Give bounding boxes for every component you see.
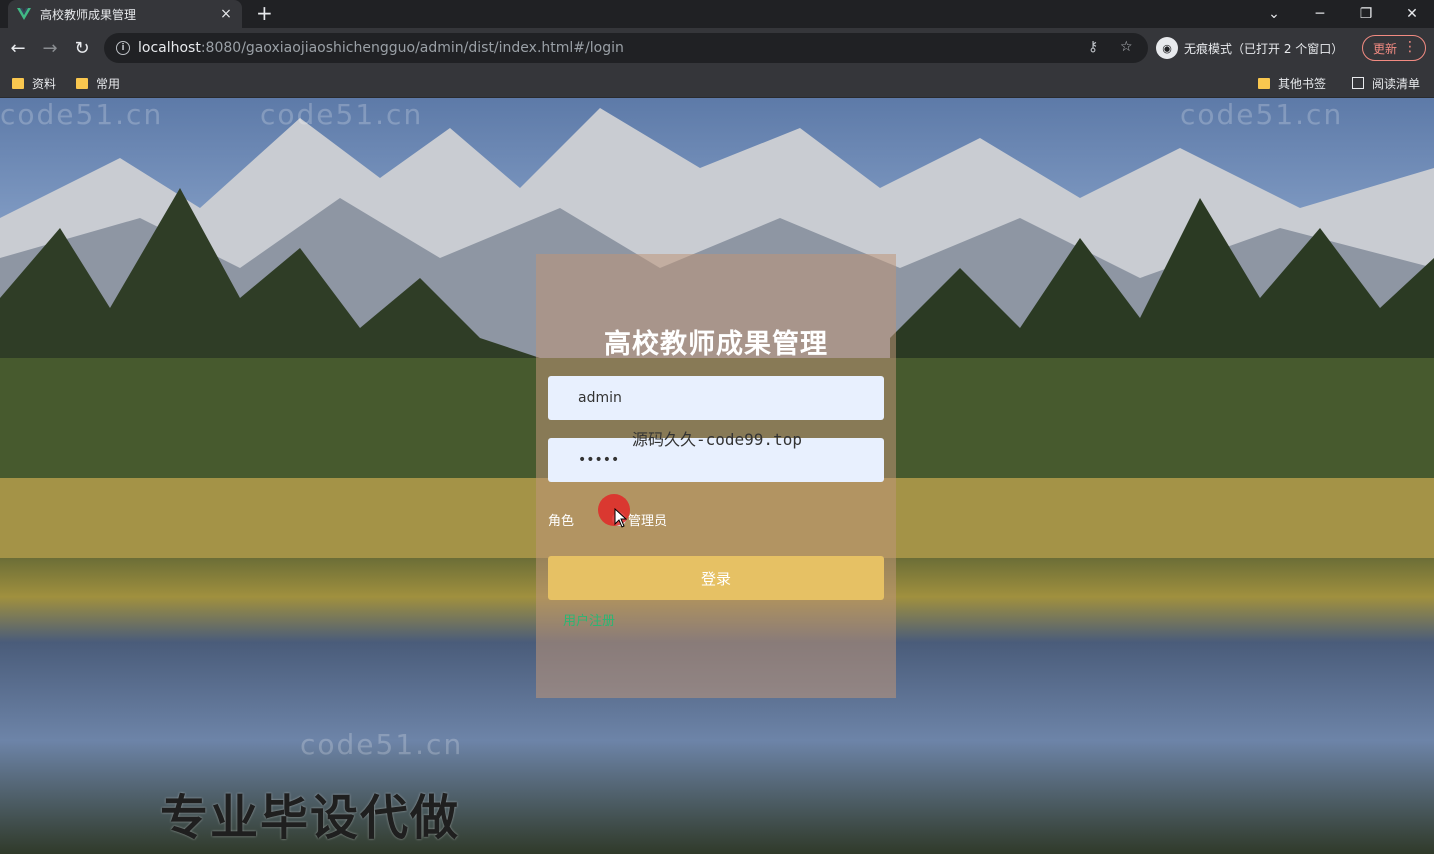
reading-list-button[interactable]: 阅读清单 bbox=[1352, 74, 1420, 92]
folder-icon bbox=[1258, 77, 1270, 89]
bookmark-label: 资料 bbox=[32, 76, 57, 91]
role-option-label[interactable]: 管理员 bbox=[628, 510, 667, 529]
login-button[interactable]: 登录 bbox=[548, 556, 884, 600]
url-path: :8080/gaoxiaojiaoshichengguo/admin/dist/… bbox=[200, 40, 624, 56]
tab-bar: 高校教师成果管理 × + ⌄ ─ ❐ ✕ bbox=[0, 0, 1434, 28]
tiled-watermark: code51.cn bbox=[300, 728, 464, 761]
bookmark-folder-changyong[interactable]: 常用 bbox=[76, 74, 120, 92]
vue-logo-icon bbox=[17, 8, 31, 20]
incognito-indicator[interactable]: ◉ 无痕模式（已打开 2 个窗口） bbox=[1156, 34, 1343, 62]
role-label: 角色 bbox=[548, 514, 575, 529]
login-title: 高校教师成果管理 bbox=[604, 329, 828, 360]
bookmark-star-icon[interactable]: ☆ bbox=[1120, 39, 1133, 55]
restore-icon[interactable]: ❐ bbox=[1346, 0, 1386, 28]
close-window-icon[interactable]: ✕ bbox=[1392, 0, 1432, 28]
menu-dots-icon[interactable]: ⋮ bbox=[1403, 39, 1417, 55]
center-watermark: 源码久久-code99.top bbox=[632, 430, 802, 449]
register-link[interactable]: 用户注册 bbox=[563, 610, 615, 629]
bookmark-label: 其他书签 bbox=[1278, 76, 1327, 91]
tiled-watermark: code51.cn bbox=[0, 98, 164, 131]
site-info-icon[interactable]: i bbox=[116, 41, 130, 55]
url-host: localhost bbox=[138, 40, 201, 56]
bottom-banner: 专业毕设代做 bbox=[160, 790, 461, 846]
tiled-watermark: code51.cn bbox=[1180, 98, 1344, 131]
login-form-panel: 高校教师成果管理 角色 管理员 登录 用户注册 bbox=[536, 254, 896, 698]
update-label: 更新 bbox=[1373, 41, 1398, 56]
tab-search-icon[interactable]: ⌄ bbox=[1254, 0, 1294, 28]
forward-icon[interactable]: → bbox=[38, 36, 62, 60]
browser-toolbar: ← → ↻ i localhost:8080/gaoxiaojiaoshiche… bbox=[0, 28, 1434, 68]
mouse-cursor-icon bbox=[614, 508, 628, 528]
incognito-label: 无痕模式（已打开 2 个窗口） bbox=[1184, 41, 1344, 56]
bookmark-folder-ziliao[interactable]: 资料 bbox=[12, 74, 56, 92]
incognito-icon: ◉ bbox=[1156, 37, 1178, 59]
folder-icon bbox=[76, 77, 88, 89]
close-tab-icon[interactable]: × bbox=[218, 6, 234, 22]
key-icon[interactable]: ⚷ bbox=[1088, 39, 1098, 55]
address-bar[interactable]: i localhost:8080/gaoxiaojiaoshichengguo/… bbox=[104, 33, 1148, 63]
username-input[interactable] bbox=[548, 376, 884, 420]
reload-icon[interactable]: ↻ bbox=[70, 36, 94, 60]
bookmark-label: 常用 bbox=[96, 76, 121, 91]
back-icon[interactable]: ← bbox=[6, 36, 30, 60]
tiled-watermark: code51.cn bbox=[260, 98, 424, 131]
reading-list-label: 阅读清单 bbox=[1372, 76, 1421, 91]
folder-icon bbox=[12, 77, 24, 89]
bookmark-folder-other[interactable]: 其他书签 bbox=[1258, 74, 1326, 92]
login-page: code51.cn code51.cn code51.cn code51.cn … bbox=[0, 98, 1434, 854]
minimize-icon[interactable]: ─ bbox=[1300, 0, 1340, 28]
reading-list-icon bbox=[1352, 77, 1364, 89]
tab-title: 高校教师成果管理 bbox=[40, 7, 137, 22]
browser-tab[interactable]: 高校教师成果管理 × bbox=[8, 0, 242, 28]
bookmarks-bar: 资料 常用 其他书签 阅读清单 bbox=[0, 68, 1434, 98]
new-tab-button[interactable]: + bbox=[256, 3, 273, 23]
update-button[interactable]: 更新 ⋮ bbox=[1362, 35, 1426, 61]
